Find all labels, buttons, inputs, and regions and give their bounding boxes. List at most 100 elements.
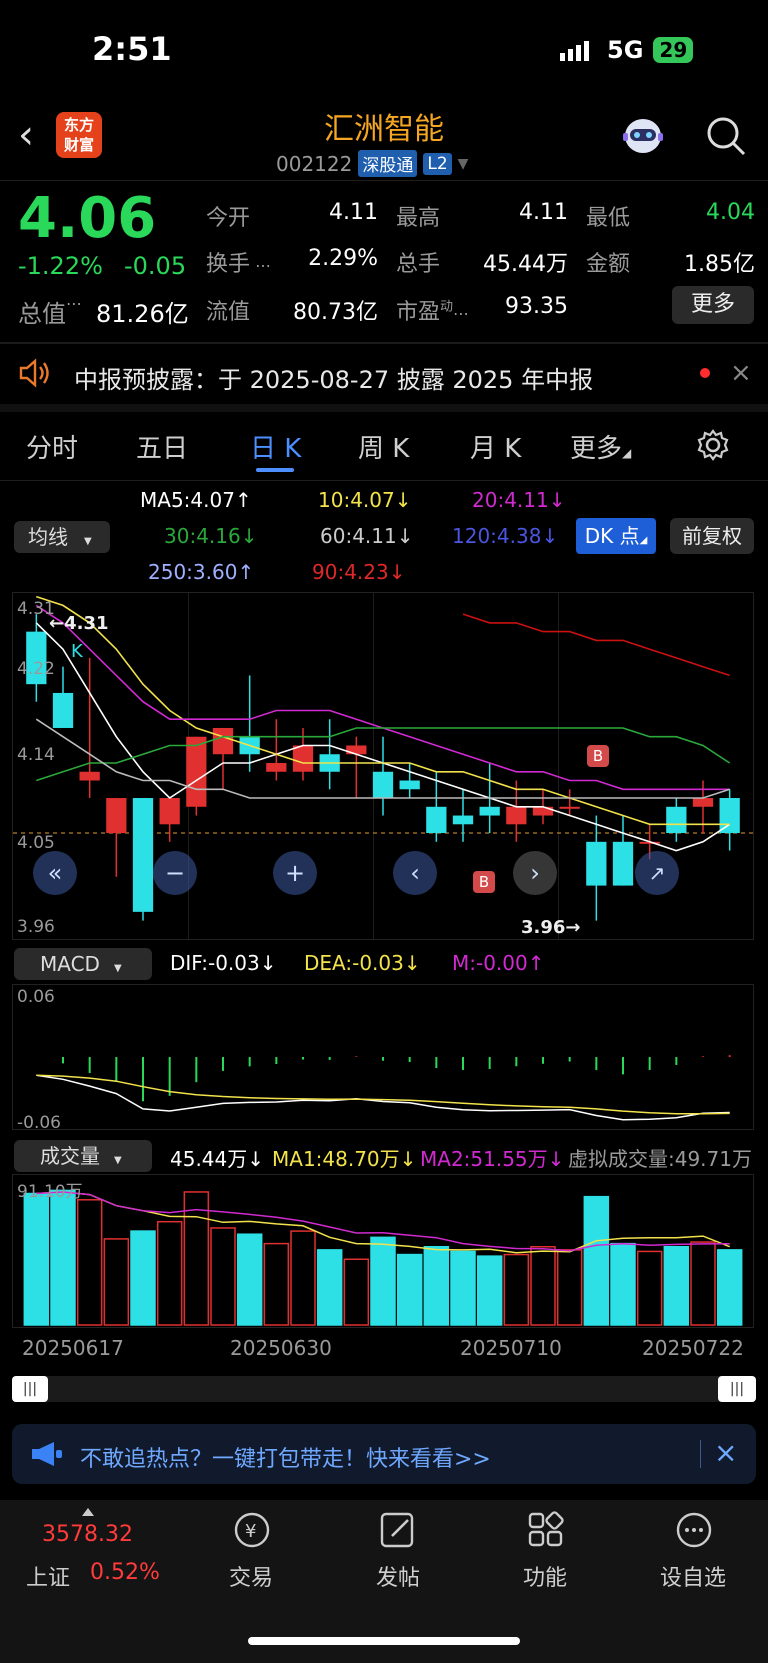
ma20-label: 20:4.11↓ <box>472 488 566 512</box>
volume-bar <box>396 1253 423 1326</box>
nav-function[interactable]: 功能 <box>490 1560 600 1592</box>
volume-value: 45.44万 <box>483 252 568 277</box>
vol-value: 45.44万↓ <box>170 1147 265 1171</box>
zoom-out-button[interactable]: − <box>153 851 197 895</box>
close-icon[interactable]: × <box>730 358 752 388</box>
post-icon[interactable] <box>378 1510 418 1554</box>
tab-more[interactable]: 更多◢ <box>570 428 631 465</box>
candle-body <box>692 798 714 807</box>
mktcap-value: 81.26亿 <box>96 300 189 328</box>
tab-rik[interactable]: 日 K <box>250 428 301 465</box>
amount-value: 1.85亿 <box>684 252 755 277</box>
chevron-down-icon: ▼ <box>457 155 469 172</box>
next-button[interactable]: › <box>513 851 557 895</box>
signal-icon <box>560 39 589 61</box>
volume-bar <box>316 1249 343 1326</box>
info-icon[interactable]: ⋯ <box>250 256 271 275</box>
volume-bar <box>103 1238 130 1326</box>
candle-body <box>426 806 447 834</box>
kline-chart[interactable]: 4.31 4.22 4.14 4.05 3.96 ←4.31 K 3.96→ B… <box>12 592 754 940</box>
battery-icon: 29 <box>653 37 694 63</box>
dk-point-button[interactable]: DK 点◢ <box>576 518 656 554</box>
ma250-label: 250:3.60↑ <box>148 560 255 584</box>
volume-chart[interactable]: 91.10万 <box>12 1174 754 1328</box>
ma60-label: 60:4.11↓ <box>320 524 414 548</box>
tab-yuek[interactable]: 月 K <box>470 428 521 465</box>
status-time: 2:51 <box>92 30 172 68</box>
stock-code-row[interactable]: 002122 深股通 L2 ▼ <box>276 150 468 177</box>
nav-post[interactable]: 发帖 <box>343 1560 453 1592</box>
unread-dot <box>700 368 710 378</box>
nav-watchlist[interactable]: 设自选 <box>638 1560 748 1592</box>
adjust-button[interactable]: 前复权 <box>670 518 754 554</box>
nav-trade[interactable]: 交易 <box>196 1560 306 1592</box>
macd-selector[interactable]: MACD ▼ <box>14 948 152 980</box>
expand-icon[interactable]: ↗ <box>635 851 679 895</box>
y-label-3: 4.14 <box>17 745 55 765</box>
open-label: 今开 <box>206 206 251 231</box>
prev-button[interactable]: ‹ <box>393 851 437 895</box>
volume-bar <box>610 1242 636 1326</box>
index-value[interactable]: 3578.32 <box>42 1522 133 1547</box>
more-button[interactable]: 更多 <box>672 286 754 324</box>
ma-selector[interactable]: 均线 ▼ <box>14 521 110 553</box>
volume-bar <box>663 1245 690 1326</box>
date-label-2: 20250630 <box>230 1336 332 1360</box>
high-marker: ←4.31 <box>49 613 109 634</box>
volume-bar <box>290 1230 316 1326</box>
volume-bar <box>370 1236 396 1326</box>
volume-bar <box>716 1249 743 1326</box>
badge-sgt: 深股通 <box>358 150 418 177</box>
range-handle-right[interactable]: ||| <box>718 1376 756 1402</box>
candle-body <box>106 798 127 834</box>
candle-body <box>719 798 740 834</box>
y-label-bottom: 3.96 <box>17 917 55 937</box>
function-icon[interactable] <box>526 1510 566 1554</box>
candle-body <box>212 727 234 755</box>
volume-bar <box>76 1199 103 1326</box>
info-icon[interactable]: ⋯ <box>66 294 82 313</box>
volume-bar <box>450 1250 476 1326</box>
tab-zhouk[interactable]: 周 K <box>358 428 409 465</box>
range-slider-track[interactable] <box>12 1376 756 1402</box>
range-handle-left[interactable]: ||| <box>12 1376 48 1402</box>
volume-bar <box>156 1220 183 1326</box>
zoom-in-button[interactable]: + <box>273 851 317 895</box>
gear-icon[interactable] <box>696 428 730 466</box>
tab-wuri[interactable]: 五日 <box>136 428 188 465</box>
buy-marker-top[interactable]: B <box>587 745 609 767</box>
up-triangle-icon <box>82 1508 94 1516</box>
volume-bar <box>130 1230 156 1326</box>
macd-chart[interactable]: 0.06 -0.06 <box>12 984 754 1133</box>
promo-text[interactable]: 不敢追热点？一键打包带走！快来看看>> <box>80 1441 491 1473</box>
index-name[interactable]: 上证 <box>26 1560 70 1592</box>
trade-icon[interactable]: ¥ <box>230 1510 274 1554</box>
float-label: 流值 <box>206 300 251 325</box>
macd-m: M:-0.00↑ <box>452 951 545 975</box>
candle-body <box>586 841 607 886</box>
volume-bar <box>583 1195 610 1326</box>
candle-body <box>612 841 634 886</box>
candle-body <box>159 798 180 825</box>
search-icon[interactable] <box>704 114 748 162</box>
vol-top-label: 91.10万 <box>17 1182 83 1202</box>
index-change[interactable]: 0.52% <box>90 1560 160 1585</box>
watchlist-icon[interactable] <box>674 1510 714 1554</box>
rewind-button[interactable]: « <box>33 851 77 895</box>
info-icon[interactable]: ⋯ <box>453 304 469 323</box>
robot-assistant-icon[interactable] <box>620 114 666 158</box>
vol-ma1: MA1:48.70万↓ <box>272 1147 417 1171</box>
high-label: 最高 <box>396 206 441 231</box>
volume-selector[interactable]: 成交量 ▼ <box>14 1140 152 1172</box>
float-value: 80.73亿 <box>293 300 378 325</box>
low-marker: 3.96→ <box>521 917 581 938</box>
notice-text[interactable]: 中报预披露：于 2025-08-27 披露 2025 年中报 <box>74 360 593 395</box>
buy-marker-mid[interactable]: B <box>473 871 495 893</box>
volume-bar <box>476 1255 503 1326</box>
banner-close-icon[interactable]: × <box>714 1436 737 1469</box>
candle-body <box>452 815 474 825</box>
tab-fenshi[interactable]: 分时 <box>26 428 78 465</box>
macd-bottom-label: -0.06 <box>17 1113 61 1133</box>
pe-label: 市盈动⋯ <box>396 299 470 325</box>
macd-top-label: 0.06 <box>17 987 55 1007</box>
